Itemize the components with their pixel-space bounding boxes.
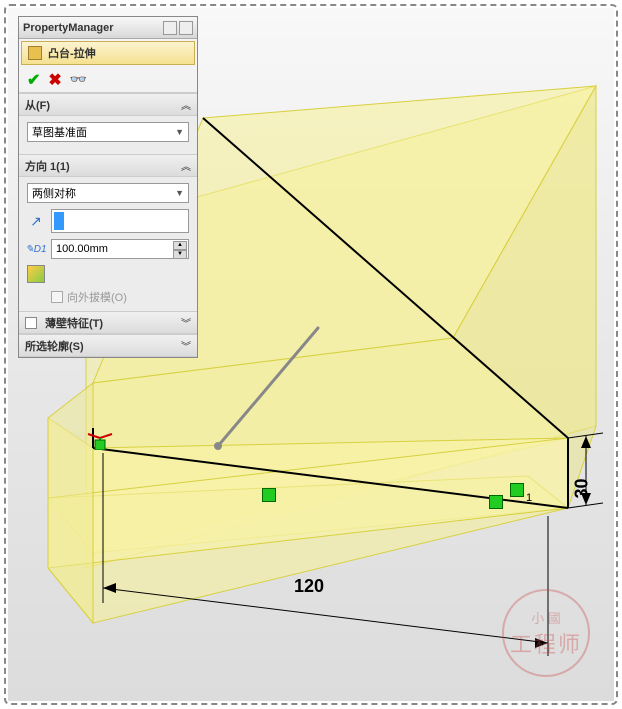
chevron-down-icon: ︾ <box>181 315 191 330</box>
pm-title: PropertyManager <box>23 22 163 34</box>
preview-button[interactable]: 👓 <box>70 71 87 88</box>
property-manager-panel: PropertyManager 凸台-拉伸 ✔ ✖ 👓 从(F) ︽ 草图基准面… <box>18 16 198 358</box>
section-thin-label: 薄壁特征(T) <box>45 315 103 331</box>
extrude-icon <box>28 46 42 60</box>
section-contour-label: 所选轮廓(S) <box>25 338 84 354</box>
feature-title-label: 凸台-拉伸 <box>48 45 96 61</box>
constraint-horizontal-icon[interactable] <box>489 495 503 509</box>
constraint-subscript: 1 <box>526 492 532 504</box>
watermark-big: 工程师 <box>510 627 582 659</box>
section-from-header[interactable]: 从(F) ︽ <box>19 94 197 116</box>
pin-icon[interactable] <box>163 21 177 35</box>
direction-arrow-icon[interactable]: ↗ <box>27 212 45 230</box>
section-contour: 所选轮廓(S) ︾ <box>19 334 197 357</box>
draft-icon[interactable] <box>27 265 45 283</box>
from-select[interactable]: 草图基准面 ▼ <box>27 122 189 142</box>
dropdown-arrow-icon: ▼ <box>175 188 184 198</box>
depth-d1-icon: ✎D1 <box>27 240 45 258</box>
draft-outward-checkbox[interactable] <box>51 291 63 303</box>
chevron-up-icon: ︽ <box>181 97 191 112</box>
thin-feature-checkbox[interactable] <box>25 317 37 329</box>
direction-listbox[interactable] <box>51 209 189 233</box>
constraint-vertical-icon[interactable] <box>510 483 524 497</box>
cancel-button[interactable]: ✖ <box>48 70 61 90</box>
from-select-value: 草图基准面 <box>32 124 87 140</box>
section-from-label: 从(F) <box>25 97 50 113</box>
section-from: 从(F) ︽ 草图基准面 ▼ <box>19 93 197 154</box>
section-dir1-header[interactable]: 方向 1(1) ︽ <box>19 155 197 177</box>
pm-confirm-row: ✔ ✖ 👓 <box>19 67 197 93</box>
watermark-small: 小 國 <box>531 608 561 627</box>
section-dir1: 方向 1(1) ︽ 两侧对称 ▼ ↗ ✎D1 100.00mm <box>19 154 197 311</box>
pm-feature-title-row: 凸台-拉伸 <box>21 41 195 65</box>
ok-button[interactable]: ✔ <box>27 70 40 90</box>
section-contour-header[interactable]: 所选轮廓(S) ︾ <box>19 335 197 357</box>
spin-up-button[interactable]: ▲ <box>173 241 187 250</box>
dropdown-arrow-icon: ▼ <box>175 127 184 137</box>
pm-titlebar: PropertyManager <box>19 17 197 39</box>
pm-pin-icons <box>163 21 193 35</box>
end-condition-select[interactable]: 两侧对称 ▼ <box>27 183 189 203</box>
spin-down-button[interactable]: ▼ <box>173 250 187 259</box>
chevron-up-icon: ︽ <box>181 158 191 173</box>
section-dir1-label: 方向 1(1) <box>25 158 70 174</box>
dimension-width[interactable]: 120 <box>294 576 324 597</box>
depth-input[interactable]: 100.00mm ▲ ▼ <box>51 239 189 259</box>
dimension-height[interactable]: 30 <box>572 478 593 498</box>
section-thin: 薄壁特征(T) ︾ <box>19 311 197 334</box>
end-condition-value: 两侧对称 <box>32 185 76 201</box>
origin-marker <box>86 426 114 450</box>
constraint-horizontal-icon[interactable] <box>262 488 276 502</box>
chevron-down-icon: ︾ <box>181 338 191 353</box>
depth-value: 100.00mm <box>56 243 108 255</box>
draft-outward-label: 向外拔模(O) <box>67 289 127 305</box>
tab-icon[interactable] <box>179 21 193 35</box>
watermark-stamp: 小 國 工程师 <box>502 589 590 677</box>
section-thin-header[interactable]: 薄壁特征(T) ︾ <box>19 312 197 334</box>
